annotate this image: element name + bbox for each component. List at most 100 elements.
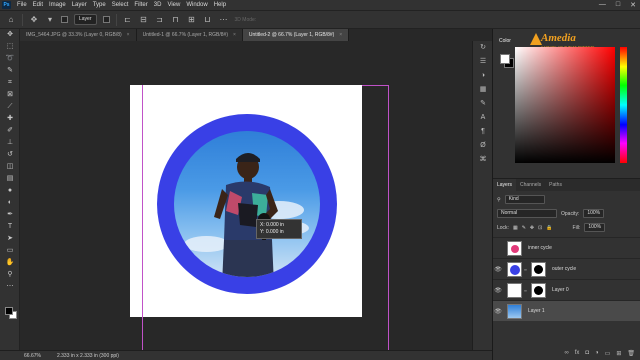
- show-transform-controls-checkbox[interactable]: [102, 16, 110, 23]
- layer-row[interactable]: 👁 Layer 1: [493, 300, 640, 321]
- guide-line[interactable]: [142, 85, 143, 350]
- fx-icon[interactable]: fx: [575, 350, 580, 360]
- lock-move-icon[interactable]: ✥: [530, 225, 534, 231]
- adjustment-icon[interactable]: ◑: [595, 350, 599, 360]
- trash-icon[interactable]: 🗑: [627, 350, 635, 360]
- foreground-color-swatch[interactable]: [500, 54, 510, 64]
- align-center-icon[interactable]: ⊟: [139, 15, 149, 25]
- zoom-level[interactable]: 66.67%: [24, 353, 41, 359]
- dodge-tool-icon[interactable]: ◐: [0, 197, 20, 209]
- document-info[interactable]: 2.333 in x 2.333 in (300 ppi): [57, 353, 119, 359]
- tab-img-5464[interactable]: IMG_5464.JPG @ 33.3% (Layer 0, RGB/8) ×: [20, 29, 137, 41]
- path-selection-tool-icon[interactable]: ➤: [0, 233, 20, 245]
- marquee-tool-icon[interactable]: ⬚: [0, 41, 20, 53]
- eye-icon[interactable]: 👁: [493, 308, 503, 315]
- blur-tool-icon[interactable]: ●: [0, 185, 20, 197]
- close-tab-icon[interactable]: ×: [127, 32, 130, 38]
- filter-kind-dropdown[interactable]: Kind: [504, 195, 545, 204]
- eyedropper-tool-icon[interactable]: ⟋: [0, 101, 20, 113]
- align-bottom-icon[interactable]: ⊔: [203, 15, 213, 25]
- pen-tool-icon[interactable]: ✒: [0, 209, 20, 221]
- menu-filter[interactable]: Filter: [131, 2, 150, 8]
- gradient-tool-icon[interactable]: ▤: [0, 173, 20, 185]
- brushes-icon[interactable]: ✎: [473, 97, 493, 111]
- align-middle-icon[interactable]: ⊞: [187, 15, 197, 25]
- type-tool-icon[interactable]: T: [0, 221, 20, 233]
- saturation-value-field[interactable]: [515, 47, 615, 163]
- hue-slider[interactable]: [620, 47, 627, 163]
- mask-icon[interactable]: ◘: [585, 350, 589, 360]
- eraser-tool-icon[interactable]: ◫: [0, 161, 20, 173]
- align-top-icon[interactable]: ⊓: [171, 15, 181, 25]
- opacity-input[interactable]: 100%: [583, 209, 605, 218]
- layer-row[interactable]: inner cycle: [493, 237, 640, 258]
- foreground-color-swatch[interactable]: [5, 307, 13, 315]
- menu-layer[interactable]: Layer: [69, 2, 90, 8]
- menu-image[interactable]: Image: [46, 2, 69, 8]
- link-icon[interactable]: ∞: [564, 350, 568, 360]
- lock-brush-icon[interactable]: ✎: [522, 225, 526, 231]
- auto-select-checkbox[interactable]: [61, 16, 68, 23]
- link-icon[interactable]: ∞: [524, 288, 528, 293]
- move-tool-icon[interactable]: ✥: [0, 29, 20, 41]
- layer-name[interactable]: inner cycle: [528, 245, 552, 251]
- circle-photo[interactable]: [174, 131, 320, 277]
- eye-icon[interactable]: 👁: [493, 287, 503, 294]
- menu-window[interactable]: Window: [183, 2, 210, 8]
- menu-3d[interactable]: 3D: [151, 2, 165, 8]
- auto-select-target-dropdown[interactable]: Layer: [74, 14, 97, 25]
- lock-artboard-icon[interactable]: ⊡: [538, 225, 542, 231]
- layer-name[interactable]: outer cycle: [552, 266, 576, 272]
- link-icon[interactable]: ∞: [524, 267, 528, 272]
- adjustments-icon[interactable]: ◑: [473, 69, 493, 83]
- hand-tool-icon[interactable]: ✋: [0, 257, 20, 269]
- menu-type[interactable]: Type: [90, 2, 109, 8]
- menu-file[interactable]: File: [14, 2, 30, 8]
- paragraph-icon[interactable]: ¶: [473, 125, 493, 139]
- guide-line[interactable]: [362, 85, 389, 86]
- glyphs-icon[interactable]: Ø: [473, 139, 493, 153]
- menu-edit[interactable]: Edit: [30, 2, 46, 8]
- brush-tool-icon[interactable]: ✐: [0, 125, 20, 137]
- clone-stamp-tool-icon[interactable]: ⊥: [0, 137, 20, 149]
- tab-layers[interactable]: Layers: [493, 179, 517, 191]
- eye-icon[interactable]: 👁: [493, 266, 503, 273]
- close-tab-icon[interactable]: ×: [233, 32, 236, 38]
- layer-mask-thumbnail[interactable]: [531, 261, 546, 277]
- new-layer-icon[interactable]: ⊞: [616, 350, 621, 360]
- fill-input[interactable]: 100%: [584, 223, 606, 232]
- lock-transparent-icon[interactable]: ▦: [513, 225, 518, 231]
- folder-icon[interactable]: ▭: [605, 350, 611, 360]
- healing-brush-tool-icon[interactable]: ✚: [0, 113, 20, 125]
- history-brush-tool-icon[interactable]: ↺: [0, 149, 20, 161]
- menu-view[interactable]: View: [164, 2, 183, 8]
- layer-name[interactable]: Layer 0: [552, 287, 569, 293]
- lasso-tool-icon[interactable]: ➰: [0, 53, 20, 65]
- tab-paths[interactable]: Paths: [545, 179, 566, 191]
- tab-color[interactable]: Color: [499, 38, 511, 44]
- layer-row[interactable]: 👁 ∞ Layer 0: [493, 279, 640, 300]
- align-right-icon[interactable]: ⊐: [155, 15, 165, 25]
- libraries-icon[interactable]: ⌘: [473, 153, 493, 167]
- more-options-icon[interactable]: ⋯: [219, 15, 229, 25]
- menu-help[interactable]: Help: [211, 2, 229, 8]
- properties-icon[interactable]: ☰: [473, 55, 493, 69]
- guide-line[interactable]: [388, 85, 389, 350]
- tab-channels[interactable]: Channels: [516, 179, 545, 191]
- menu-select[interactable]: Select: [109, 2, 132, 8]
- chevron-down-icon[interactable]: ▾: [45, 15, 55, 25]
- crop-tool-icon[interactable]: ⌗: [0, 77, 20, 89]
- lock-all-icon[interactable]: 🔒: [546, 225, 552, 231]
- quick-select-tool-icon[interactable]: ✎: [0, 65, 20, 77]
- swatches-icon[interactable]: ▦: [473, 83, 493, 97]
- maximize-button[interactable]: □: [616, 1, 620, 9]
- close-tab-icon[interactable]: ×: [339, 32, 342, 38]
- character-icon[interactable]: A: [473, 111, 493, 125]
- history-icon[interactable]: ↻: [473, 41, 493, 55]
- move-tool-icon[interactable]: ✥: [29, 15, 39, 25]
- frame-tool-icon[interactable]: ⊠: [0, 89, 20, 101]
- rectangle-tool-icon[interactable]: ▭: [0, 245, 20, 257]
- tab-untitled-2[interactable]: Untitled-2 @ 66.7% (Layer 1, RGB/8#) ×: [242, 29, 350, 41]
- layer-mask-thumbnail[interactable]: [531, 282, 546, 298]
- tab-untitled-1[interactable]: Untitled-1 @ 66.7% (Layer 1, RGB/8#) ×: [136, 29, 243, 41]
